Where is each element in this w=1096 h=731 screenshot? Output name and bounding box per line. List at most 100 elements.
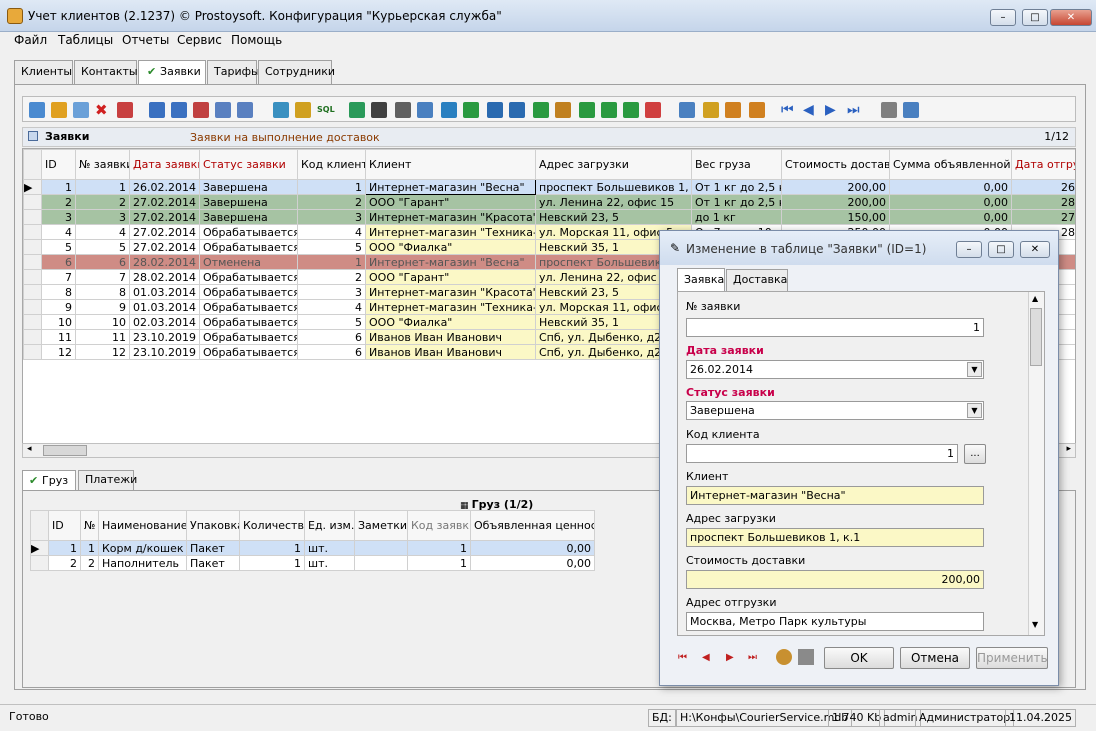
row-indicator[interactable] (23, 194, 42, 210)
table-cell[interactable]: Интернет-магазин "Техника-М" (365, 224, 536, 240)
dialog-minimize-button[interactable]: – (956, 241, 982, 258)
row-indicator[interactable] (23, 299, 42, 315)
attach-icon[interactable] (679, 102, 695, 118)
tab-clients[interactable]: Клиенты (14, 60, 73, 84)
table-cell[interactable]: 1 (297, 179, 366, 195)
column-header[interactable]: Сумма объявленной ценности (889, 149, 1012, 180)
table-cell[interactable]: Обрабатывается (199, 314, 298, 330)
filter-remove-icon[interactable] (193, 102, 209, 118)
column-header[interactable]: Количество (239, 510, 305, 541)
client-lookup-button[interactable]: ... (964, 444, 986, 464)
row-indicator[interactable] (23, 254, 42, 270)
table-cell[interactable]: Невский 23, 5 (535, 209, 692, 225)
row-indicator[interactable] (23, 224, 42, 240)
table-cell[interactable]: 5 (75, 239, 130, 255)
export-excel-icon[interactable] (463, 102, 479, 118)
table-cell[interactable]: Обрабатывается (199, 269, 298, 285)
ok-button[interactable]: OK (824, 647, 894, 669)
table-cell[interactable]: 3 (297, 284, 366, 300)
first-record-icon[interactable]: ⏮ (678, 652, 687, 663)
table-cell[interactable]: 150,00 (781, 209, 890, 225)
copy-record-icon[interactable] (73, 102, 89, 118)
table-cell[interactable]: 28.02.2014 (129, 269, 200, 285)
first-record-icon[interactable]: ⏮ (781, 102, 797, 118)
column-header[interactable]: Статус заявки (199, 149, 298, 180)
cancel-button[interactable]: Отмена (900, 647, 970, 669)
table-cell[interactable]: 1 (80, 540, 99, 556)
table-cell[interactable]: 9 (75, 299, 130, 315)
table-cell[interactable]: 02.03.2014 (129, 314, 200, 330)
column-header[interactable]: Код клиента (297, 149, 366, 180)
table-cell[interactable]: 26.02.2014 (129, 179, 200, 195)
table-cell[interactable]: 1 (239, 555, 305, 571)
table-cell[interactable]: 10 (41, 314, 76, 330)
table-cell[interactable]: 28.02.2014 (129, 254, 200, 270)
column-header[interactable]: Дата заявки (129, 149, 200, 180)
column-header[interactable]: Наименование (98, 510, 187, 541)
table-cell[interactable]: 7 (41, 269, 76, 285)
table-cell[interactable]: 1 (41, 179, 76, 195)
scroll-left-icon[interactable]: ◂ (27, 444, 32, 454)
scroll-thumb[interactable] (43, 445, 87, 456)
table-cell[interactable]: 9 (41, 299, 76, 315)
table-cell[interactable]: 8 (75, 284, 130, 300)
table-cell[interactable]: 4 (75, 224, 130, 240)
table-cell[interactable]: 6 (75, 254, 130, 270)
search-icon[interactable] (371, 102, 387, 118)
column-header[interactable]: Код заявки (407, 510, 471, 541)
apply-button[interactable]: Применить (976, 647, 1048, 669)
table-cell[interactable]: 12 (75, 344, 130, 360)
dialog-close-button[interactable]: ✕ (1020, 241, 1050, 258)
column-header[interactable]: Упаковка (186, 510, 240, 541)
table-cell[interactable]: 6 (41, 254, 76, 270)
scroll-thumb[interactable] (1030, 308, 1042, 366)
column-header[interactable]: Заметки (354, 510, 408, 541)
table-row[interactable]: 2 2 Наполнитель Пакет 1 шт. 1 0,00 (30, 555, 595, 571)
export-word-icon[interactable] (487, 102, 503, 118)
table-row[interactable]: ▶ 1 1 26.02.2014 Завершена 1 Интернет-магазин … (23, 179, 1075, 195)
table-cell[interactable]: 1 (407, 555, 471, 571)
table-row[interactable]: ▶ 1 1 Корм д/кошек Пакет 1 шт. 1 0,00 (30, 540, 595, 556)
export-xml-icon[interactable] (601, 102, 617, 118)
table-cell[interactable]: 11 (41, 329, 76, 345)
maximize-button[interactable]: □ (1022, 9, 1048, 26)
num-field[interactable]: 1 (686, 318, 984, 337)
table-cell[interactable]: 0,00 (470, 555, 595, 571)
dialog-vertical-scrollbar[interactable]: ▲ ▼ (1028, 292, 1044, 635)
table-cell[interactable]: Отменена (199, 254, 298, 270)
tab-cargo[interactable]: ✔ Груз (22, 470, 76, 491)
table-cell[interactable]: 11 (75, 329, 130, 345)
table-cell[interactable]: 01.03.2014 (129, 299, 200, 315)
table-cell[interactable]: 26.02.20 (1011, 179, 1075, 195)
help-icon[interactable] (903, 102, 919, 118)
tab-contacts[interactable]: Контакты (74, 60, 138, 84)
add-record-icon[interactable] (29, 102, 45, 118)
column-header[interactable]: № заявки (75, 149, 130, 180)
column-header[interactable]: Дата отгруз (1011, 149, 1075, 180)
palette-icon[interactable] (776, 649, 792, 665)
table-cell[interactable]: Пакет (186, 555, 240, 571)
column-header[interactable]: Клиент (365, 149, 536, 180)
table-cell[interactable]: 01.03.2014 (129, 284, 200, 300)
next-record-icon[interactable]: ▶ (726, 652, 734, 663)
table-cell[interactable]: Обрабатывается (199, 224, 298, 240)
last-record-icon[interactable]: ⏭ (748, 652, 757, 663)
table-cell[interactable]: От 1 кг до 2,5 кг (691, 179, 782, 195)
filter-add-icon[interactable] (171, 102, 187, 118)
load-address-field[interactable]: проспект Большевиков 1, к.1 (686, 528, 984, 547)
table-cell[interactable]: Обрабатывается (199, 239, 298, 255)
table-cell[interactable]: 200,00 (781, 179, 890, 195)
filter-setup-icon[interactable] (237, 102, 253, 118)
table-row[interactable]: 3 3 27.02.2014 Завершена 3 Интернет-магазин "… (23, 209, 1075, 225)
sql-icon[interactable]: SQL (317, 102, 335, 118)
scroll-up-icon[interactable]: ▲ (1032, 294, 1038, 303)
table-row[interactable]: 2 2 27.02.2014 Завершена 2 ООО "Гарант" ул. Ле… (23, 194, 1075, 210)
table-cell[interactable]: Интернет-магазин "Техника-М" (365, 299, 536, 315)
row-indicator[interactable] (23, 284, 42, 300)
edit-record-icon[interactable] (51, 102, 67, 118)
table-cell[interactable]: Интернет-магазин "Красота" (365, 284, 536, 300)
client-field[interactable]: Интернет-магазин "Весна" (686, 486, 984, 505)
table-cell[interactable]: 27.02.2014 (129, 209, 200, 225)
ship-address-field[interactable]: Москва, Метро Парк культуры (686, 612, 984, 631)
delete-record-icon[interactable]: ✖ (95, 102, 111, 118)
